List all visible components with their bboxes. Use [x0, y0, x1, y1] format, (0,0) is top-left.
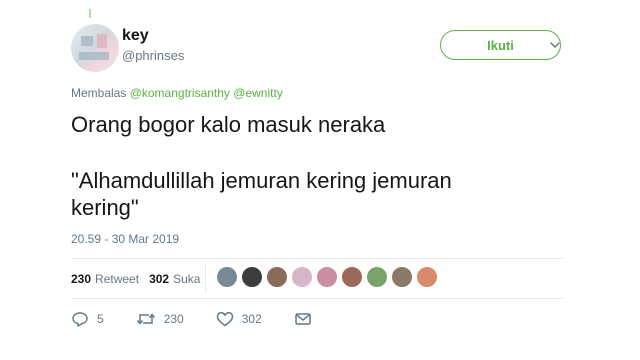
chevron-down-icon[interactable]	[548, 38, 562, 52]
liker-avatar[interactable]	[366, 266, 388, 288]
follow-button[interactable]: Ikuti	[440, 30, 561, 60]
like-stat-count: 302	[149, 272, 170, 286]
like-stat[interactable]: 302 Suka	[149, 272, 200, 286]
like-count: 302	[241, 312, 262, 326]
tweet-text-line: Orang bogor kalo masuk neraka	[71, 112, 386, 137]
liker-avatar[interactable]	[216, 266, 238, 288]
liker-avatar[interactable]	[391, 266, 413, 288]
heart-icon	[216, 312, 233, 327]
author-name[interactable]: key	[122, 27, 149, 45]
avatar-detail	[97, 34, 107, 48]
retweet-stat-count: 230	[71, 272, 92, 286]
thread-connector-line	[89, 9, 91, 18]
tweet-actions: 5 230 302	[71, 311, 352, 327]
tweet-text-line: kering"	[71, 195, 139, 220]
liker-avatar[interactable]	[416, 266, 438, 288]
divider	[71, 298, 564, 299]
retweet-count: 230	[163, 312, 184, 326]
reply-prefix: Membalas	[71, 86, 127, 100]
divider	[71, 258, 564, 259]
liker-avatars	[216, 266, 441, 288]
liker-avatar[interactable]	[341, 266, 363, 288]
liker-avatar[interactable]	[266, 266, 288, 288]
direct-message-button[interactable]	[294, 311, 320, 327]
divider	[205, 263, 206, 293]
retweet-button[interactable]: 230	[136, 311, 184, 327]
avatar-detail	[81, 36, 93, 46]
retweet-stat-label: Retweet	[95, 272, 140, 286]
reply-count: 5	[97, 312, 104, 326]
avatar[interactable]	[71, 24, 119, 72]
like-stat-label: Suka	[173, 272, 201, 286]
liker-avatar[interactable]	[241, 266, 263, 288]
mention-link[interactable]: @komangtrisanthy	[130, 86, 230, 100]
tweet-text-line: "Alhamdullillah jemuran kering jemuran	[71, 168, 452, 193]
mention-link[interactable]: @ewnitty	[233, 86, 283, 100]
tweet-timestamp[interactable]: 20.59 - 30 Mar 2019	[71, 232, 179, 246]
author-handle[interactable]: @phrinses	[122, 48, 184, 63]
like-button[interactable]: 302	[216, 311, 262, 327]
reply-context: Membalas @komangtrisanthy @ewnitty	[71, 86, 283, 100]
liker-avatar[interactable]	[316, 266, 338, 288]
mail-icon	[295, 313, 311, 325]
retweet-icon	[136, 313, 155, 325]
reply-icon	[72, 312, 88, 327]
liker-avatar[interactable]	[291, 266, 313, 288]
avatar-detail	[79, 52, 109, 60]
retweet-stat[interactable]: 230 Retweet	[71, 272, 139, 286]
tweet-stats: 230 Retweet 302 Suka	[71, 272, 210, 286]
reply-button[interactable]: 5	[71, 311, 104, 327]
